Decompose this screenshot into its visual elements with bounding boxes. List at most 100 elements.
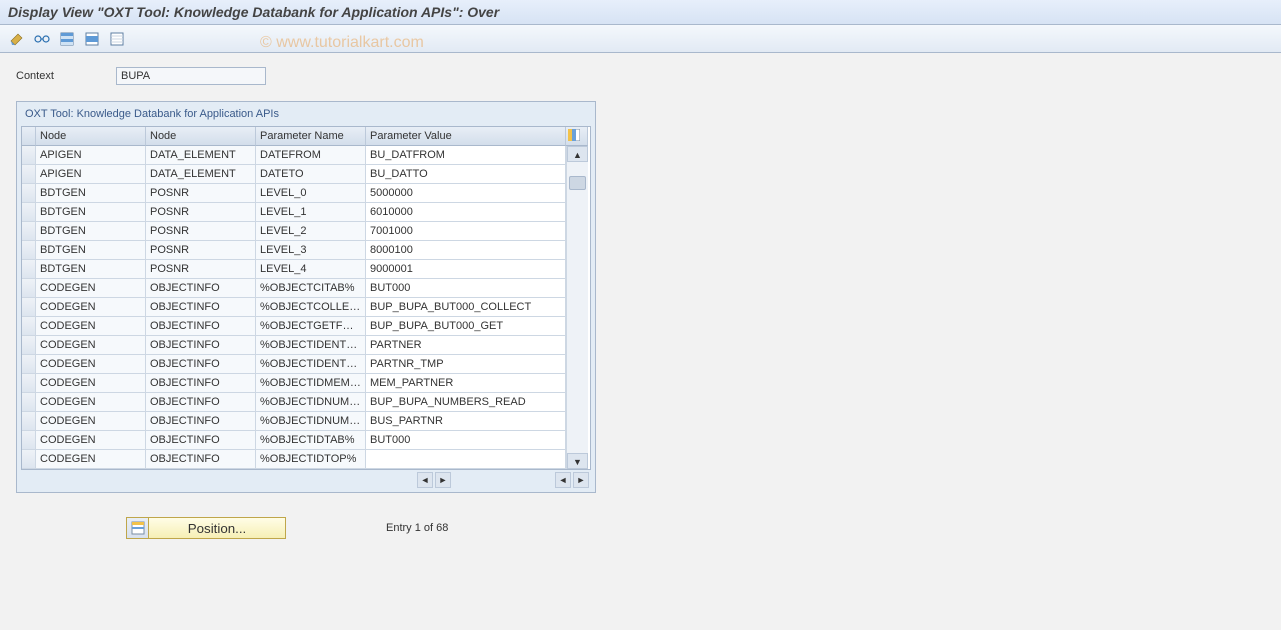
- table-cell[interactable]: PARTNR_TMP: [366, 355, 566, 374]
- position-button[interactable]: Position...: [126, 517, 286, 539]
- row-selector[interactable]: [22, 241, 36, 260]
- context-field-row: Context: [16, 67, 1265, 85]
- row-selector[interactable]: [22, 298, 36, 317]
- scroll-left-end-button[interactable]: ◄: [555, 472, 571, 488]
- row-selector[interactable]: [22, 203, 36, 222]
- row-selector[interactable]: [22, 431, 36, 450]
- row-selector[interactable]: [22, 450, 36, 469]
- details-button[interactable]: [31, 28, 53, 50]
- table-cell[interactable]: BUP_BUPA_BUT000_COLLECT: [366, 298, 566, 317]
- row-selector[interactable]: [22, 412, 36, 431]
- table-cell: CODEGEN: [36, 450, 146, 469]
- table-cell: POSNR: [146, 260, 256, 279]
- table-cell: %OBJECTGETFM%: [256, 317, 366, 336]
- scroll-right-button[interactable]: ►: [435, 472, 451, 488]
- table-cell: %OBJECTCOLLECT..: [256, 298, 366, 317]
- table-cell[interactable]: BUT000: [366, 431, 566, 450]
- context-label: Context: [16, 70, 106, 82]
- scroll-up-button[interactable]: ▲: [567, 146, 588, 162]
- table-cell: CODEGEN: [36, 336, 146, 355]
- table-cell[interactable]: BUP_BUPA_NUMBERS_READ: [366, 393, 566, 412]
- context-input[interactable]: [116, 67, 266, 85]
- page-title: Display View "OXT Tool: Knowledge Databa…: [0, 0, 1281, 25]
- row-selector[interactable]: [22, 355, 36, 374]
- scroll-left-button[interactable]: ◄: [417, 472, 433, 488]
- row-selector[interactable]: [22, 260, 36, 279]
- table-cell[interactable]: 7001000: [366, 222, 566, 241]
- select-block-button[interactable]: [81, 28, 103, 50]
- table-cell: BDTGEN: [36, 260, 146, 279]
- data-table: Node Node Parameter Name Parameter Value…: [21, 126, 591, 470]
- table-cell: APIGEN: [36, 146, 146, 165]
- data-panel: OXT Tool: Knowledge Databank for Applica…: [16, 101, 596, 493]
- table-cell: OBJECTINFO: [146, 412, 256, 431]
- table-cell: OBJECTINFO: [146, 336, 256, 355]
- table-cell: %OBJECTIDMEMTA..: [256, 374, 366, 393]
- table-cell[interactable]: BU_DATTO: [366, 165, 566, 184]
- table-cell[interactable]: PARTNER: [366, 336, 566, 355]
- app-toolbar: [0, 25, 1281, 53]
- row-selector[interactable]: [22, 393, 36, 412]
- column-header-node2[interactable]: Node: [146, 127, 256, 146]
- table-cell: CODEGEN: [36, 355, 146, 374]
- table-cell[interactable]: BUS_PARTNR: [366, 412, 566, 431]
- table-cell: BDTGEN: [36, 203, 146, 222]
- horizontal-scrollbar[interactable]: ◄ ► ◄ ►: [417, 472, 589, 488]
- table-cell: OBJECTINFO: [146, 450, 256, 469]
- table-cell: %OBJECTIDTAB%: [256, 431, 366, 450]
- row-selector-header[interactable]: [22, 127, 36, 146]
- table-cell[interactable]: 9000001: [366, 260, 566, 279]
- table-cell: LEVEL_0: [256, 184, 366, 203]
- vertical-scrollbar[interactable]: ▲ ▼: [566, 146, 588, 469]
- table-cell[interactable]: 6010000: [366, 203, 566, 222]
- row-selector[interactable]: [22, 165, 36, 184]
- table-cell: POSNR: [146, 241, 256, 260]
- deselect-all-button[interactable]: [106, 28, 128, 50]
- scroll-right-end-button[interactable]: ►: [573, 472, 589, 488]
- table-cell: OBJECTINFO: [146, 279, 256, 298]
- toggle-edit-button[interactable]: [6, 28, 28, 50]
- column-header-node1[interactable]: Node: [36, 127, 146, 146]
- table-cell: DATA_ELEMENT: [146, 146, 256, 165]
- table-cell: DATA_ELEMENT: [146, 165, 256, 184]
- table-cell: CODEGEN: [36, 317, 146, 336]
- table-settings-icon: [568, 129, 580, 141]
- table-cell[interactable]: BUP_BUPA_BUT000_GET: [366, 317, 566, 336]
- table-cell: LEVEL_2: [256, 222, 366, 241]
- table-cell: %OBJECTIDNUMBE..: [256, 393, 366, 412]
- table-cell[interactable]: BU_DATFROM: [366, 146, 566, 165]
- row-selector[interactable]: [22, 374, 36, 393]
- table-cell: OBJECTINFO: [146, 374, 256, 393]
- row-selector[interactable]: [22, 336, 36, 355]
- table-cell: BDTGEN: [36, 241, 146, 260]
- table-cell: %OBJECTIDTOP%: [256, 450, 366, 469]
- column-header-param-name[interactable]: Parameter Name: [256, 127, 366, 146]
- table-cell: OBJECTINFO: [146, 298, 256, 317]
- table-cell: OBJECTINFO: [146, 355, 256, 374]
- table-cell: CODEGEN: [36, 431, 146, 450]
- table-cell[interactable]: 8000100: [366, 241, 566, 260]
- table-cell: POSNR: [146, 203, 256, 222]
- table-cell: LEVEL_1: [256, 203, 366, 222]
- table-cell: OBJECTINFO: [146, 393, 256, 412]
- column-header-param-value[interactable]: Parameter Value: [366, 127, 566, 146]
- select-block-icon: [85, 32, 99, 46]
- row-selector[interactable]: [22, 184, 36, 203]
- scroll-thumb[interactable]: [569, 176, 586, 190]
- table-cell[interactable]: 5000000: [366, 184, 566, 203]
- scroll-down-button[interactable]: ▼: [567, 453, 588, 469]
- row-selector[interactable]: [22, 317, 36, 336]
- table-cell[interactable]: MEM_PARTNER: [366, 374, 566, 393]
- row-selector[interactable]: [22, 146, 36, 165]
- table-cell[interactable]: BUT000: [366, 279, 566, 298]
- table-cell: APIGEN: [36, 165, 146, 184]
- table-cell: %OBJECTIDENT1%: [256, 336, 366, 355]
- select-all-button[interactable]: [56, 28, 78, 50]
- table-cell[interactable]: [366, 450, 566, 469]
- table-cell: CODEGEN: [36, 393, 146, 412]
- table-cell: DATETO: [256, 165, 366, 184]
- table-config-button[interactable]: [566, 127, 588, 146]
- row-selector[interactable]: [22, 279, 36, 298]
- position-button-label: Position...: [149, 521, 285, 536]
- row-selector[interactable]: [22, 222, 36, 241]
